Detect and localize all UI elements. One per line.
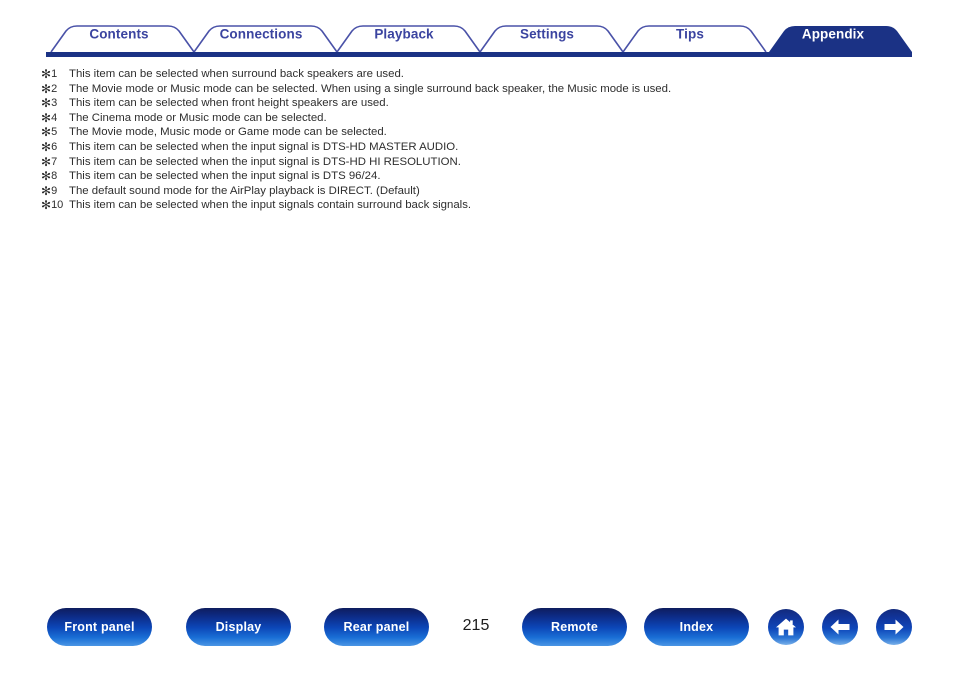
footnote-item: ✻5 The Movie mode, Music mode or Game mo… xyxy=(41,124,921,139)
footnote-item: ✻6 This item can be selected when the in… xyxy=(41,139,921,154)
home-button[interactable] xyxy=(768,609,804,645)
asterisk-icon: ✻ xyxy=(41,96,52,111)
footnote-marker: ✻9 xyxy=(41,183,58,198)
tab-bar: Contents Connections Playback Settings T… xyxy=(0,0,954,62)
footnote-marker: ✻10 xyxy=(41,198,64,213)
footnote-marker: ✻8 xyxy=(41,169,58,184)
tab-underline xyxy=(46,52,912,57)
asterisk-icon: ✻ xyxy=(41,139,52,154)
index-button-label: Index xyxy=(679,620,714,634)
rear-panel-button-label: Rear panel xyxy=(343,620,410,634)
footnote-text: This item can be selected when front hei… xyxy=(69,97,389,110)
asterisk-icon: ✻ xyxy=(41,67,52,81)
footer-bar: Front panel Display Rear panel 215 Remot… xyxy=(0,608,954,650)
display-button[interactable]: Display xyxy=(186,608,291,646)
footnote-marker: ✻2 xyxy=(41,81,58,96)
footnote-text: The Movie mode or Music mode can be sele… xyxy=(69,82,672,95)
asterisk-icon: ✻ xyxy=(41,198,52,213)
asterisk-icon: ✻ xyxy=(41,81,52,96)
footnote-text: The default sound mode for the AirPlay p… xyxy=(69,184,420,197)
footnote-item: ✻2 The Movie mode or Music mode can be s… xyxy=(41,81,921,96)
footnote-marker: ✻5 xyxy=(41,125,58,140)
footnote-list: ✻1 This item can be selected when surrou… xyxy=(41,66,921,212)
index-button[interactable]: Index xyxy=(644,608,749,646)
arrow-right-icon xyxy=(883,618,905,636)
footnote-item: ✻4 The Cinema mode or Music mode can be … xyxy=(41,110,921,125)
tab-tips[interactable] xyxy=(623,22,766,52)
tab-playback[interactable] xyxy=(337,22,480,52)
tab-settings[interactable] xyxy=(480,22,623,52)
front-panel-button[interactable]: Front panel xyxy=(47,608,152,646)
rear-panel-button[interactable]: Rear panel xyxy=(324,608,429,646)
home-icon xyxy=(775,617,797,637)
footnote-item: ✻9 The default sound mode for the AirPla… xyxy=(41,183,921,198)
footnote-marker: ✻7 xyxy=(41,154,58,169)
forward-button[interactable] xyxy=(876,609,912,645)
asterisk-icon: ✻ xyxy=(41,125,52,140)
remote-button[interactable]: Remote xyxy=(522,608,627,646)
footnote-marker: ✻4 xyxy=(41,110,58,125)
footnote-text: This item can be selected when surround … xyxy=(69,68,404,80)
footnote-text: This item can be selected when the input… xyxy=(69,199,472,212)
footnote-text: The Movie mode, Music mode or Game mode … xyxy=(69,126,387,139)
arrow-left-icon xyxy=(829,618,851,636)
footnote-text: This item can be selected when the input… xyxy=(69,170,381,183)
tab-appendix[interactable] xyxy=(769,22,912,52)
footnote-item: ✻10 This item can be selected when the i… xyxy=(41,197,921,212)
asterisk-icon: ✻ xyxy=(41,110,52,125)
footnote-text: This item can be selected when the input… xyxy=(69,155,461,168)
footnote-marker: ✻6 xyxy=(41,139,58,154)
tab-contents[interactable] xyxy=(51,22,194,52)
footnote-marker: ✻3 xyxy=(41,96,58,111)
asterisk-icon: ✻ xyxy=(41,169,52,184)
footnote-text: This item can be selected when the input… xyxy=(69,140,459,153)
footnote-item: ✻8 This item can be selected when the in… xyxy=(41,168,921,183)
footnote-text: The Cinema mode or Music mode can be sel… xyxy=(69,111,327,124)
footnote-marker: ✻1 xyxy=(41,67,58,81)
back-button[interactable] xyxy=(822,609,858,645)
page-number: 215 xyxy=(462,617,490,634)
footnote-item: ✻3 This item can be selected when front … xyxy=(41,95,921,110)
footnote-item: ✻1 This item can be selected when surrou… xyxy=(41,66,921,81)
footnote-item: ✻7 This item can be selected when the in… xyxy=(41,154,921,169)
tab-connections[interactable] xyxy=(194,22,337,52)
display-button-label: Display xyxy=(215,620,262,634)
remote-button-label: Remote xyxy=(550,620,599,634)
front-panel-button-label: Front panel xyxy=(64,620,135,634)
asterisk-icon: ✻ xyxy=(41,183,52,198)
asterisk-icon: ✻ xyxy=(41,154,52,169)
